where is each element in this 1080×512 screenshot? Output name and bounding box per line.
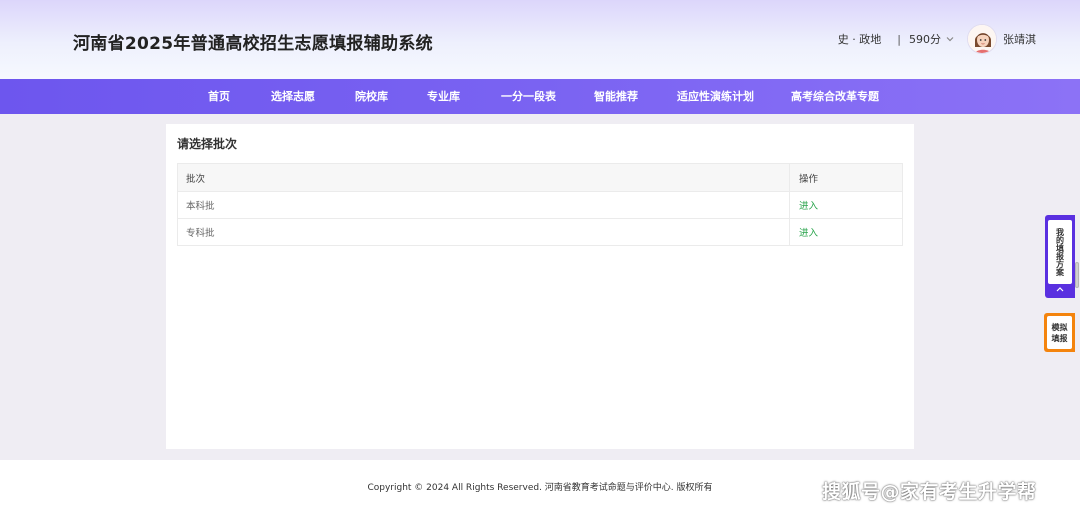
my-plan-label: 我的填报方案 (1055, 228, 1065, 276)
avatar-icon[interactable] (967, 24, 997, 54)
separator: | (897, 32, 901, 46)
chevron-down-icon[interactable] (945, 34, 955, 44)
my-plan-side-button[interactable]: 我的填报方案 (1045, 215, 1075, 298)
score-dropdown[interactable]: 590分 (909, 31, 941, 47)
nav-item-home[interactable]: 首页 (208, 79, 230, 114)
table-header: 批次 操作 (178, 164, 902, 191)
nav-item-reform-topic[interactable]: 高考综合改革专题 (791, 79, 879, 114)
watermark: 搜狐号@家有考生升学帮 (822, 481, 1037, 503)
column-header-batch: 批次 (178, 164, 790, 191)
nav-item-choose-volunteer[interactable]: 选择志愿 (271, 79, 315, 114)
nav-item-practice-plan[interactable]: 适应性演练计划 (677, 79, 754, 114)
action-cell: 进入 (790, 192, 902, 218)
my-plan-label-box: 我的填报方案 (1048, 220, 1072, 284)
simulate-fill-side-button[interactable]: 模拟填报 (1044, 313, 1075, 352)
table-row: 本科批 进入 (178, 191, 902, 218)
username[interactable]: 张靖淇 (1003, 31, 1036, 47)
chevron-up-icon[interactable] (1055, 285, 1065, 293)
column-header-action: 操作 (799, 173, 819, 185)
user-area: 史 · 政地 | 590分 张靖淇 (838, 22, 1036, 56)
action-cell: 进入 (790, 219, 902, 245)
enter-link-junior-college[interactable]: 进入 (799, 225, 818, 239)
nav-item-colleges[interactable]: 院校库 (355, 79, 388, 114)
batch-card: 请选择批次 批次 操作 本科批 进入 专科批 进入 (166, 124, 914, 449)
site-title: 河南省2025年普通高校招生志愿填报辅助系统 (73, 34, 433, 54)
simulate-fill-label-box: 模拟填报 (1047, 316, 1072, 349)
batch-name: 本科批 (178, 192, 790, 218)
simulate-fill-label: 模拟填报 (1051, 322, 1068, 343)
page-title: 请选择批次 (177, 137, 238, 151)
header: 河南省2025年普通高校招生志愿填报辅助系统 史 · 政地 | 590分 张靖淇 (0, 0, 1080, 79)
enter-link-undergraduate[interactable]: 进入 (799, 198, 818, 212)
subject-combination: 史 · 政地 (837, 33, 882, 46)
side-scroll-handle[interactable] (1075, 262, 1079, 288)
table-row: 专科批 进入 (178, 218, 902, 245)
nav-item-score-table[interactable]: 一分一段表 (501, 79, 556, 114)
batch-table: 批次 操作 本科批 进入 专科批 进入 (177, 163, 903, 246)
nav-item-smart-recommend[interactable]: 智能推荐 (594, 79, 638, 114)
main-navigation: 首页 选择志愿 院校库 专业库 一分一段表 智能推荐 适应性演练计划 高考综合改… (0, 79, 1080, 114)
batch-name: 专科批 (178, 219, 790, 245)
nav-item-majors[interactable]: 专业库 (427, 79, 460, 114)
